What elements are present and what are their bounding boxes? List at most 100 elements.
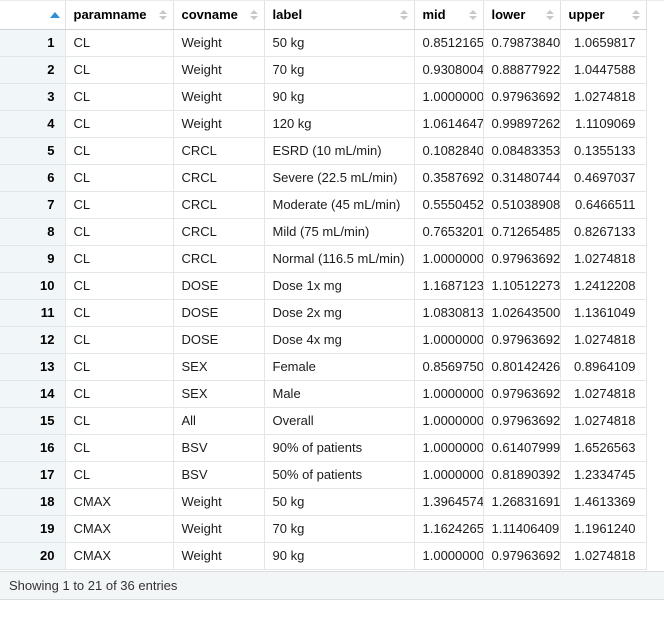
cell-covname: Weight bbox=[173, 29, 264, 56]
cell-mid: 1.0000000 bbox=[414, 461, 483, 488]
cell-covname: Weight bbox=[173, 56, 264, 83]
cell-paramname: CL bbox=[65, 137, 173, 164]
cell-lower: 0.81890392 bbox=[483, 461, 560, 488]
cell-lower: 0.79873840 bbox=[483, 29, 560, 56]
row-number: 13 bbox=[0, 353, 65, 380]
cell-label: 90 kg bbox=[264, 83, 414, 110]
cell-covname: DOSE bbox=[173, 299, 264, 326]
column-header-upper[interactable]: upper bbox=[560, 1, 646, 29]
table-info-status: Showing 1 to 21 of 36 entries bbox=[0, 571, 664, 600]
column-header-label: label bbox=[273, 7, 303, 22]
cell-covname: Weight bbox=[173, 110, 264, 137]
cell-covname: CRCL bbox=[173, 137, 264, 164]
row-number: 10 bbox=[0, 272, 65, 299]
cell-covname: CRCL bbox=[173, 218, 264, 245]
cell-mid: 1.1687123 bbox=[414, 272, 483, 299]
column-header-label: paramname bbox=[74, 7, 147, 22]
row-number: 3 bbox=[0, 83, 65, 110]
cell-lower: 0.71265485 bbox=[483, 218, 560, 245]
row-number: 1 bbox=[0, 29, 65, 56]
cell-paramname: CL bbox=[65, 299, 173, 326]
cell-lower: 0.88877922 bbox=[483, 56, 560, 83]
cell-upper: 1.4613369 bbox=[560, 488, 646, 515]
cell-covname: Weight bbox=[173, 83, 264, 110]
table-row: 18 CMAX Weight 50 kg 1.3964574 1.2683169… bbox=[0, 488, 646, 515]
cell-covname: BSV bbox=[173, 461, 264, 488]
cell-covname: Weight bbox=[173, 488, 264, 515]
cell-mid: 0.9308004 bbox=[414, 56, 483, 83]
table-row: 16 CL BSV 90% of patients 1.0000000 0.61… bbox=[0, 434, 646, 461]
cell-covname: CRCL bbox=[173, 164, 264, 191]
table-row: 4 CL Weight 120 kg 1.0614647 0.99897262 … bbox=[0, 110, 646, 137]
row-number: 11 bbox=[0, 299, 65, 326]
column-header-mid[interactable]: mid bbox=[414, 1, 483, 29]
table-row: 15 CL All Overall 1.0000000 0.97963692 1… bbox=[0, 407, 646, 434]
cell-lower: 0.97963692 bbox=[483, 380, 560, 407]
sort-both-icon bbox=[632, 10, 640, 20]
cell-mid: 1.0830813 bbox=[414, 299, 483, 326]
cell-label: Dose 2x mg bbox=[264, 299, 414, 326]
cell-covname: DOSE bbox=[173, 326, 264, 353]
table-row: 9 CL CRCL Normal (116.5 mL/min) 1.000000… bbox=[0, 245, 646, 272]
column-header-label: upper bbox=[569, 7, 605, 22]
cell-paramname: CMAX bbox=[65, 542, 173, 569]
table-row: 14 CL SEX Male 1.0000000 0.97963692 1.02… bbox=[0, 380, 646, 407]
cell-paramname: CL bbox=[65, 164, 173, 191]
cell-lower: 0.51038908 bbox=[483, 191, 560, 218]
column-header-covname[interactable]: covname bbox=[173, 1, 264, 29]
cell-lower: 0.97963692 bbox=[483, 542, 560, 569]
column-header-paramname[interactable]: paramname bbox=[65, 1, 173, 29]
cell-label: Dose 4x mg bbox=[264, 326, 414, 353]
cell-covname: CRCL bbox=[173, 245, 264, 272]
cell-covname: All bbox=[173, 407, 264, 434]
cell-mid: 0.1082840 bbox=[414, 137, 483, 164]
cell-paramname: CL bbox=[65, 245, 173, 272]
cell-upper: 1.0274818 bbox=[560, 380, 646, 407]
row-number: 17 bbox=[0, 461, 65, 488]
cell-lower: 0.97963692 bbox=[483, 407, 560, 434]
cell-upper: 1.1961240 bbox=[560, 515, 646, 542]
cell-lower: 0.97963692 bbox=[483, 245, 560, 272]
cell-upper: 0.4697037 bbox=[560, 164, 646, 191]
cell-mid: 1.0000000 bbox=[414, 245, 483, 272]
cell-upper: 0.8267133 bbox=[560, 218, 646, 245]
cell-mid: 1.0000000 bbox=[414, 542, 483, 569]
cell-lower: 0.97963692 bbox=[483, 326, 560, 353]
sort-both-icon bbox=[469, 10, 477, 20]
cell-label: 50 kg bbox=[264, 29, 414, 56]
cell-label: Moderate (45 mL/min) bbox=[264, 191, 414, 218]
covariate-effects-table: paramname covname label mid lower bbox=[0, 1, 647, 570]
table-row: 12 CL DOSE Dose 4x mg 1.0000000 0.979636… bbox=[0, 326, 646, 353]
column-header-rownum[interactable] bbox=[0, 1, 65, 29]
cell-lower: 0.99897262 bbox=[483, 110, 560, 137]
cell-covname: SEX bbox=[173, 380, 264, 407]
row-number: 15 bbox=[0, 407, 65, 434]
cell-upper: 1.2412208 bbox=[560, 272, 646, 299]
cell-lower: 0.61407999 bbox=[483, 434, 560, 461]
cell-paramname: CL bbox=[65, 353, 173, 380]
row-number: 19 bbox=[0, 515, 65, 542]
row-number: 2 bbox=[0, 56, 65, 83]
table-row: 7 CL CRCL Moderate (45 mL/min) 0.5550452… bbox=[0, 191, 646, 218]
column-header-label[interactable]: label bbox=[264, 1, 414, 29]
cell-covname: BSV bbox=[173, 434, 264, 461]
cell-lower: 1.11406409 bbox=[483, 515, 560, 542]
sort-both-icon bbox=[250, 10, 258, 20]
cell-label: 90 kg bbox=[264, 542, 414, 569]
cell-upper: 1.0659817 bbox=[560, 29, 646, 56]
column-header-lower[interactable]: lower bbox=[483, 1, 560, 29]
cell-label: 50 kg bbox=[264, 488, 414, 515]
cell-label: Normal (116.5 mL/min) bbox=[264, 245, 414, 272]
cell-mid: 0.3587692 bbox=[414, 164, 483, 191]
cell-mid: 0.8512165 bbox=[414, 29, 483, 56]
row-number: 9 bbox=[0, 245, 65, 272]
cell-mid: 1.0000000 bbox=[414, 326, 483, 353]
table-body: 1 CL Weight 50 kg 0.8512165 0.79873840 1… bbox=[0, 29, 646, 569]
row-number: 16 bbox=[0, 434, 65, 461]
cell-paramname: CL bbox=[65, 29, 173, 56]
header-row: paramname covname label mid lower bbox=[0, 1, 646, 29]
cell-lower: 0.08483353 bbox=[483, 137, 560, 164]
sort-asc-active-icon bbox=[50, 12, 60, 18]
column-header-label: covname bbox=[182, 7, 238, 22]
cell-paramname: CMAX bbox=[65, 488, 173, 515]
